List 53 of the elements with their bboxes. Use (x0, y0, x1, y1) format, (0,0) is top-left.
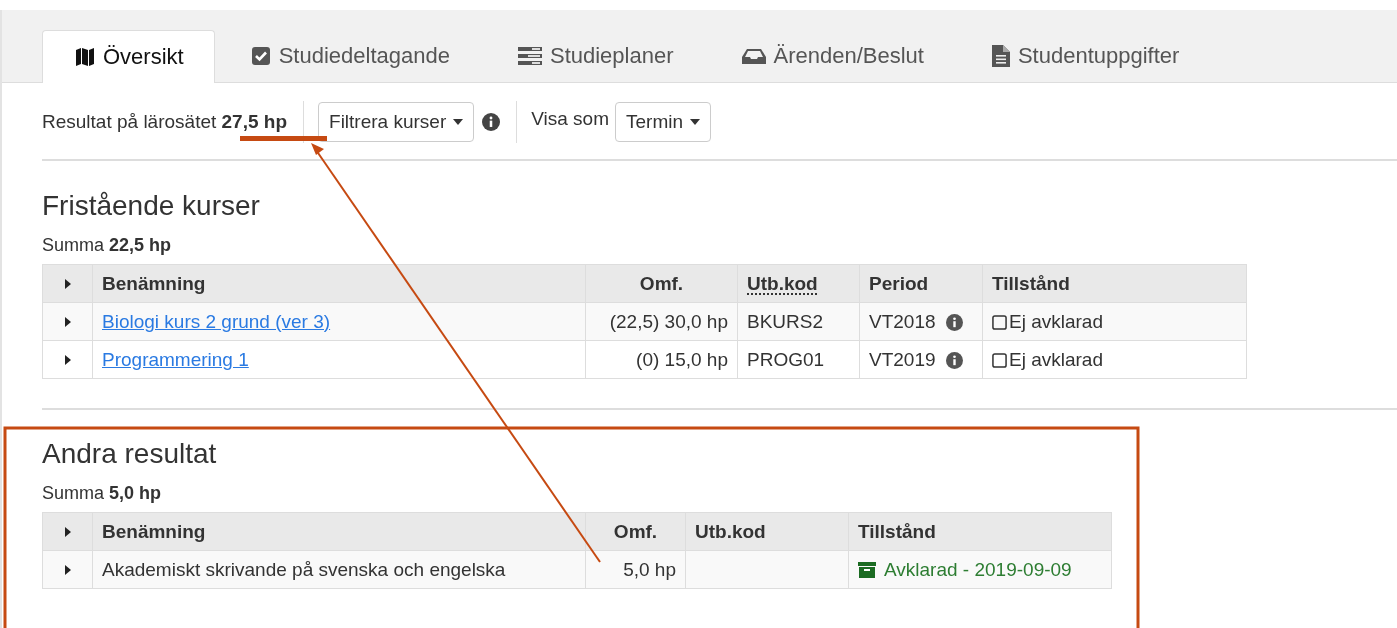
scope-text: (22,5) 30,0 hp (609, 310, 728, 332)
status-text: Avklarad - 2019-09-09 (884, 558, 1072, 580)
table-header-cell: Utb.kod (685, 512, 849, 551)
table-header-cell: Omf. (585, 512, 686, 551)
checkbox-icon (992, 352, 1007, 368)
inbox-icon (741, 47, 766, 65)
checkbox-icon (250, 46, 271, 66)
status-text: Ej avklarad (1009, 310, 1103, 332)
tab[interactable]: Studentuppgifter (957, 30, 1213, 82)
tab[interactable]: Studiedeltagande (214, 30, 484, 82)
caret-icon (690, 119, 701, 125)
checkbox-icon (992, 314, 1007, 330)
archive-icon (858, 561, 876, 578)
section-heading: Fristående kurser (42, 189, 261, 223)
list-icon (517, 46, 542, 66)
expand-icon[interactable] (64, 355, 71, 366)
caret-icon (453, 119, 464, 125)
expand-icon[interactable] (64, 527, 71, 538)
table-header-cell: Utb.kod (737, 264, 860, 303)
scope-text: 5,0 hp (623, 558, 676, 580)
info-icon[interactable] (945, 352, 963, 369)
table-header-cell: Benämning (92, 512, 586, 551)
view-dropdown-button[interactable]: Termin (615, 102, 712, 142)
expand-icon[interactable] (64, 317, 71, 328)
course-link[interactable]: Biologi kurs 2 grund (ver 3) (102, 310, 331, 332)
status-text: Ej avklarad (1009, 348, 1103, 370)
table-header-cell: Tillstånd (982, 264, 1247, 303)
code-text: PROG01 (747, 348, 825, 370)
view-label: Visa som (531, 108, 609, 130)
table-header-cell: Period (859, 264, 983, 303)
tab[interactable]: Studieplaner (483, 30, 706, 82)
tab[interactable]: Ärenden/Beslut (705, 30, 958, 82)
result-summary: Resultat på lärosätet 27,5 hp (42, 111, 288, 133)
expand-icon[interactable] (64, 565, 71, 576)
section-heading: Andra resultat (42, 437, 218, 471)
tab[interactable]: Översikt (42, 30, 215, 83)
sum-text: Summa 22,5 hp (42, 235, 173, 256)
sum-text: Summa 5,0 hp (42, 483, 163, 504)
code-text: BKURS2 (747, 310, 824, 332)
course-link[interactable]: Programmering 1 (102, 348, 249, 370)
map-icon (75, 47, 95, 67)
filter-dropdown-button[interactable]: Filtrera kurser (318, 102, 475, 142)
document-icon (991, 45, 1010, 67)
table-header-cell: Tillstånd (848, 512, 1112, 551)
table-header-cell: Benämning (92, 264, 586, 303)
period-text: VT2019 (869, 348, 936, 370)
info-icon[interactable] (945, 314, 963, 331)
table-header-cell: Omf. (585, 264, 738, 303)
course-name: Akademiskt skrivande på svenska och engelska (102, 558, 506, 580)
expand-icon[interactable] (64, 279, 71, 290)
scope-text: (0) 15,0 hp (636, 348, 728, 370)
period-text: VT2018 (869, 310, 936, 332)
info-icon[interactable] (482, 113, 501, 131)
